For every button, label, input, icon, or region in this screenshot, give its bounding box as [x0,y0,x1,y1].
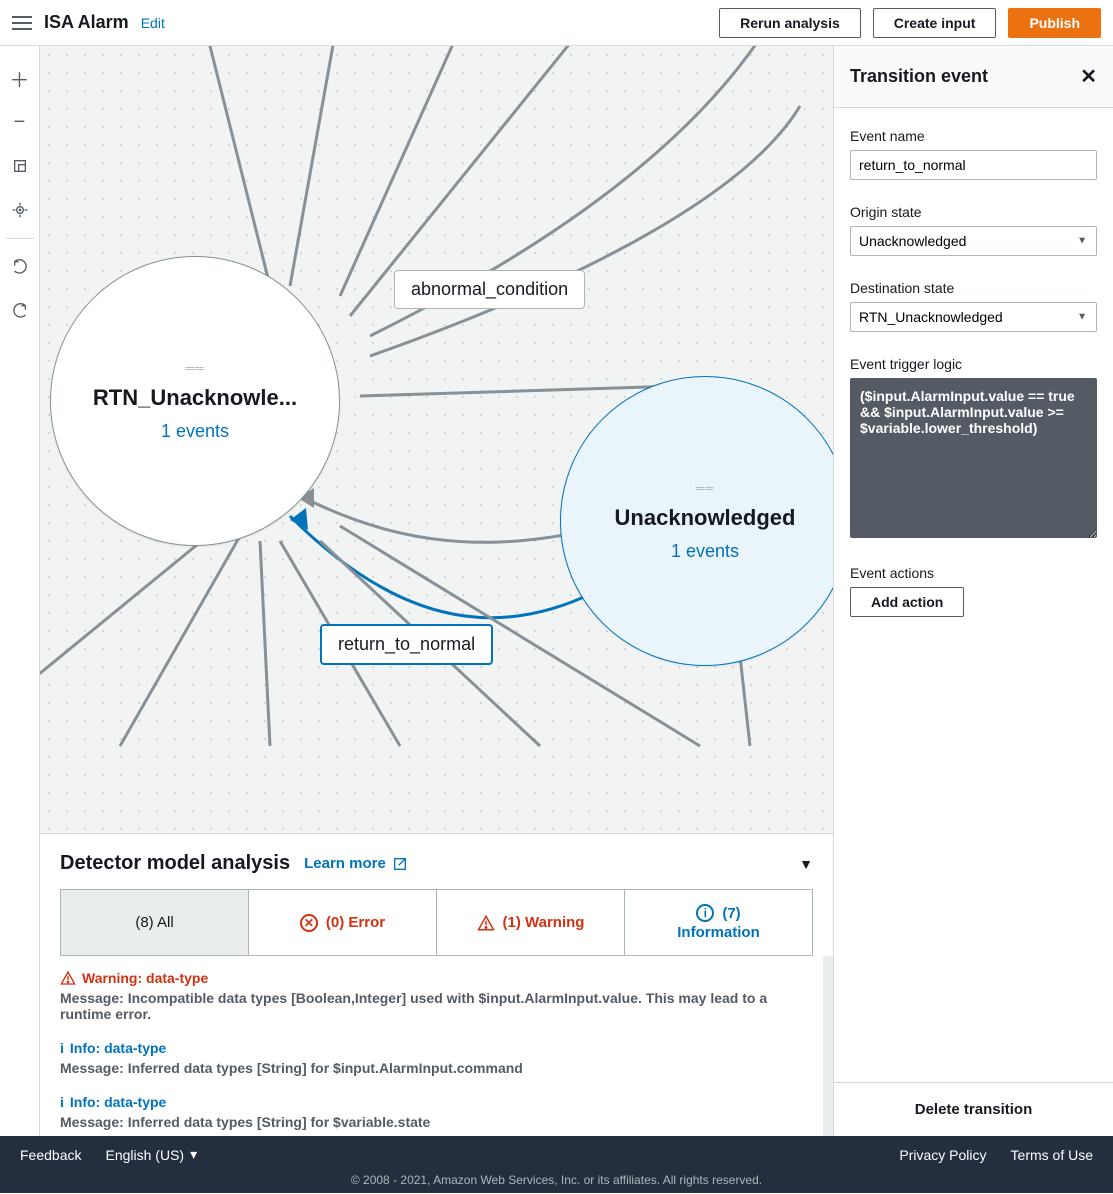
create-input-button[interactable]: Create input [873,8,997,38]
analysis-message: Warning: data-type Message: Incompatible… [60,970,803,1022]
analysis-tabs: (8) All ✕ (0) Error (1) Warning i (7) [60,889,813,956]
state-events[interactable]: 1 events [161,421,229,442]
external-link-icon [392,856,408,872]
destination-state-label: Destination state [850,280,1097,296]
analysis-title: Detector model analysis [60,852,290,875]
language-selector[interactable]: English (US) ▾ [105,1146,197,1163]
state-node[interactable]: ══ RTN_Unacknowle... 1 events [50,256,340,546]
analysis-messages: Warning: data-type Message: Incompatible… [40,956,833,1136]
locate-button[interactable] [8,198,32,222]
page-footer: Feedback English (US) ▾ Privacy Policy T… [0,1136,1113,1193]
fit-button[interactable] [8,154,32,178]
tab-all[interactable]: (8) All [61,890,249,955]
warning-icon [60,970,76,986]
edit-link[interactable]: Edit [141,15,165,31]
state-canvas[interactable]: ══ RTN_Unacknowle... 1 events ══ Unackno… [40,46,833,833]
zoom-out-button[interactable]: − [8,110,32,134]
chevron-down-icon: ▾ [190,1146,197,1163]
error-icon: ✕ [300,914,318,932]
undo-button[interactable] [8,255,32,279]
publish-button[interactable]: Publish [1008,8,1101,38]
trigger-logic-input[interactable]: ($input.AlarmInput.value == true && $inp… [850,378,1097,538]
terms-link[interactable]: Terms of Use [1011,1147,1093,1163]
info-icon: i [696,904,714,922]
top-bar: ISA Alarm Edit Rerun analysis Create inp… [0,0,1113,46]
analysis-message: i Info: data-type Message: Inferred data… [60,1040,803,1076]
panel-title: Transition event [850,66,988,87]
copyright: © 2008 - 2021, Amazon Web Services, Inc.… [0,1173,1113,1193]
tool-rail: ＋ − [0,46,40,1136]
privacy-link[interactable]: Privacy Policy [899,1147,986,1163]
feedback-link[interactable]: Feedback [20,1147,81,1163]
zoom-in-button[interactable]: ＋ [8,66,32,90]
collapse-icon[interactable]: ▼ [799,856,813,872]
info-icon: i [60,1094,64,1110]
state-node[interactable]: ══ Unacknowledged 1 events [560,376,833,666]
warning-icon [477,914,495,932]
state-name: RTN_Unacknowle... [93,385,297,411]
delete-transition-link[interactable]: Delete transition [915,1101,1033,1118]
event-name-input[interactable] [850,150,1097,180]
close-icon[interactable]: ✕ [1080,64,1097,89]
event-name-label: Event name [850,128,1097,144]
redo-button[interactable] [8,299,32,323]
add-action-button[interactable]: Add action [850,587,964,617]
origin-state-select[interactable]: Unacknowledged [850,226,1097,256]
tab-error[interactable]: ✕ (0) Error [249,890,437,955]
learn-more-link[interactable]: Learn more [304,855,408,872]
event-actions-label: Event actions [850,565,1097,581]
transition-event-panel: Transition event ✕ Event name Origin sta… [833,46,1113,1136]
analysis-panel: Detector model analysis Learn more ▼ (8)… [40,833,833,1136]
trigger-logic-label: Event trigger logic [850,356,1097,372]
transition-label[interactable]: abnormal_condition [394,270,585,309]
tab-warning[interactable]: (1) Warning [437,890,625,955]
tab-information[interactable]: i (7) Information [625,890,812,955]
drag-handle-icon[interactable]: ══ [695,481,714,495]
origin-state-label: Origin state [850,204,1097,220]
analysis-message: i Info: data-type Message: Inferred data… [60,1094,803,1130]
state-name: Unacknowledged [615,505,796,531]
page-title: ISA Alarm [44,12,129,33]
rerun-analysis-button[interactable]: Rerun analysis [719,8,861,38]
transition-label[interactable]: return_to_normal [320,624,493,665]
drag-handle-icon[interactable]: ══ [185,361,204,375]
info-icon: i [60,1040,64,1056]
state-events[interactable]: 1 events [671,541,739,562]
menu-icon[interactable] [12,13,32,33]
destination-state-select[interactable]: RTN_Unacknowledged [850,302,1097,332]
